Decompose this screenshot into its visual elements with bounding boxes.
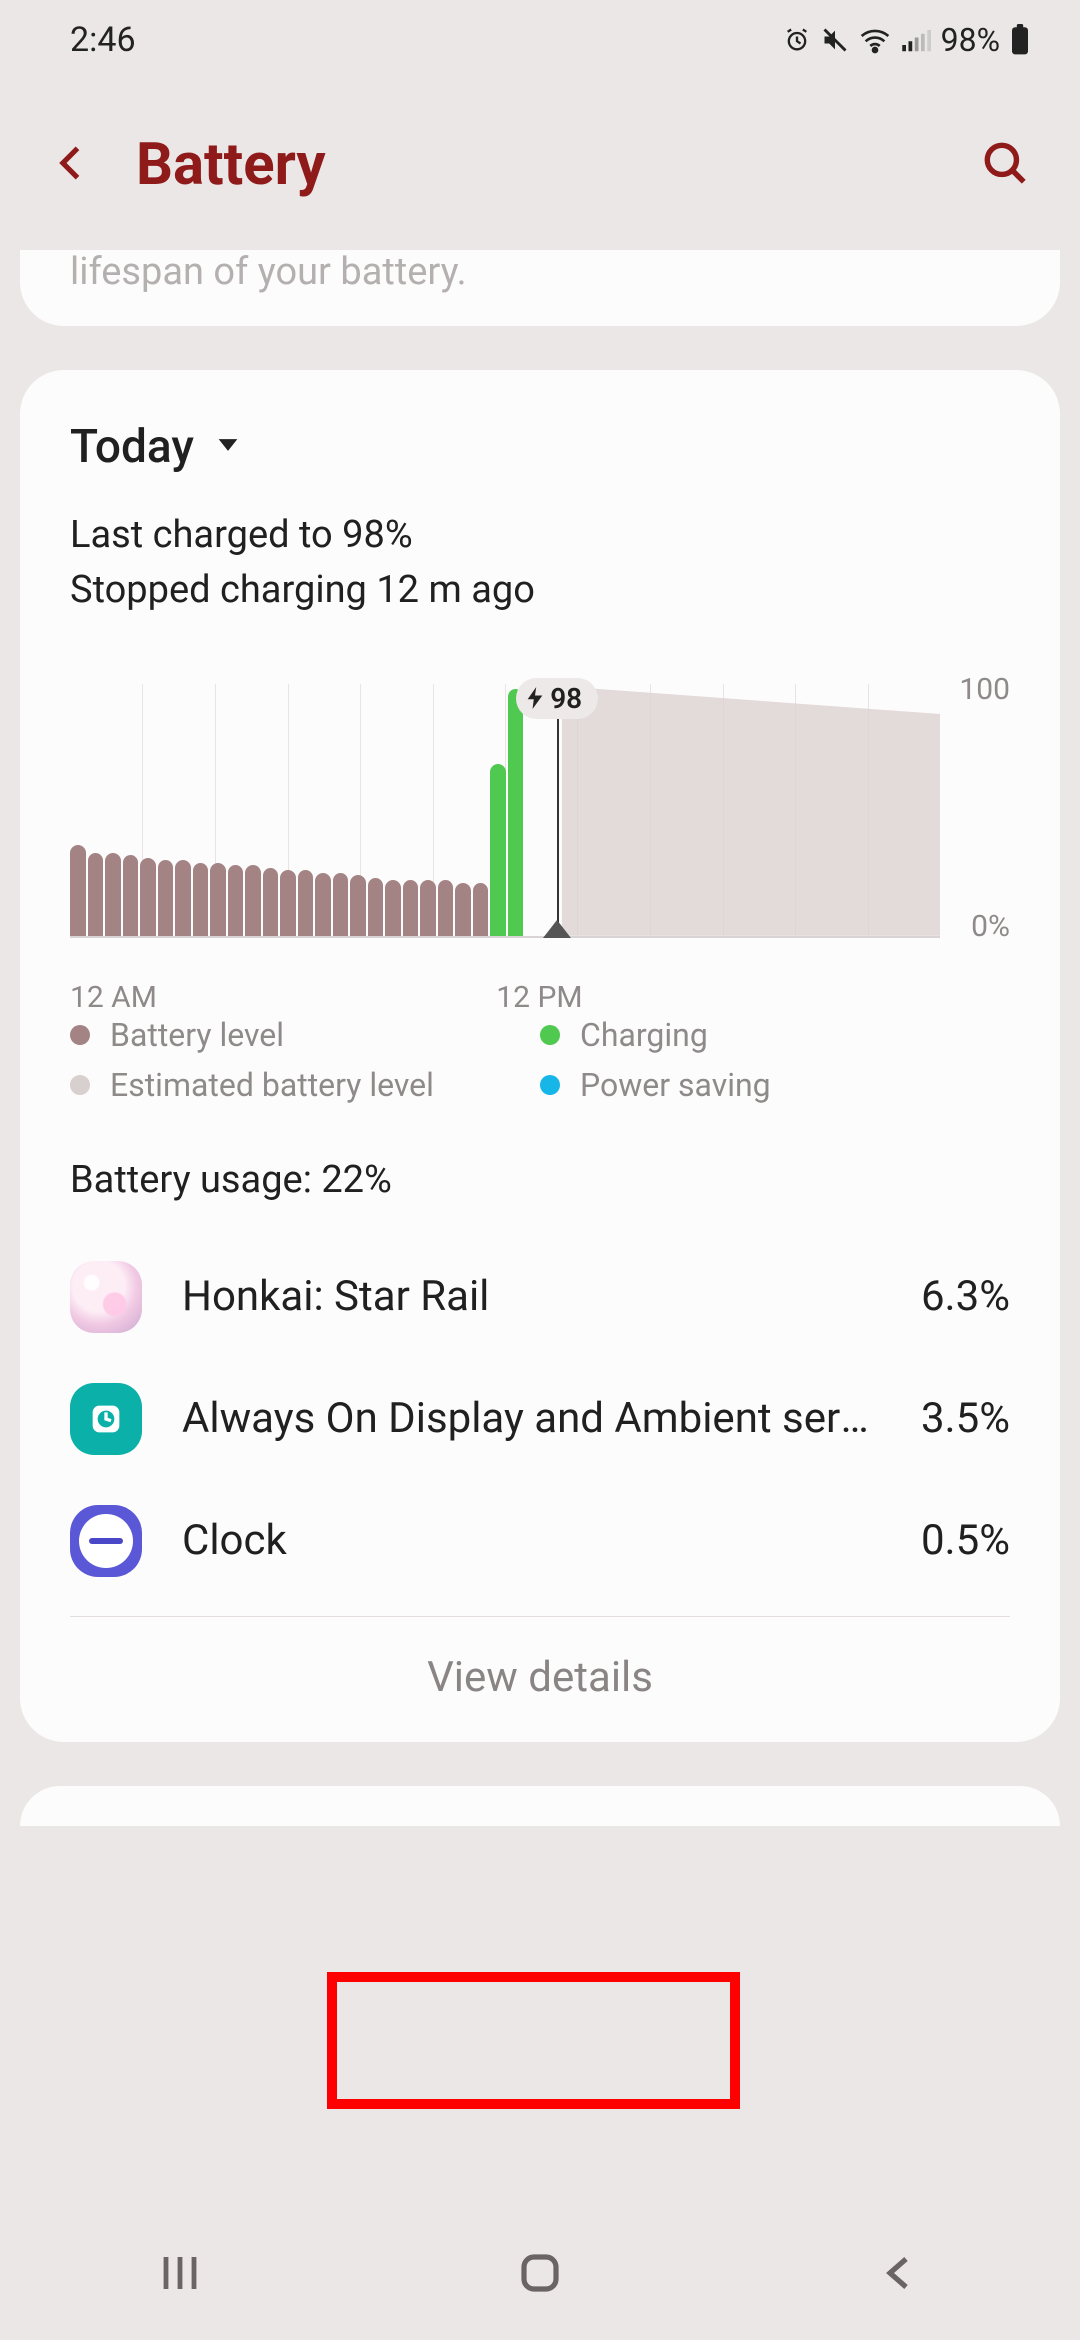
signal-icon: [901, 27, 931, 53]
app-name: Clock: [182, 1516, 881, 1565]
lifespan-text: lifespan of your battery.: [70, 250, 1010, 296]
recents-button[interactable]: [156, 2249, 204, 2301]
nav-back-button[interactable]: [876, 2249, 924, 2301]
app-usage-list: Honkai: Star Rail 6.3% Always On Display a…: [70, 1236, 1010, 1602]
header: Battery: [0, 80, 1080, 250]
app-usage-row[interactable]: Honkai: Star Rail 6.3%: [70, 1236, 1010, 1358]
legend-item: Battery level: [70, 1016, 540, 1054]
legend-item: Estimated battery level: [70, 1066, 540, 1104]
annotation-highlight: [327, 1972, 740, 2109]
charge-info: Last charged to 98% Stopped charging 12 …: [70, 508, 1010, 618]
x-tick-12pm: 12 PM: [496, 980, 582, 1015]
chart-current-badge: 98: [516, 678, 598, 719]
view-details-button[interactable]: View details: [70, 1617, 1010, 1712]
legend-item: Power saving: [540, 1066, 1010, 1104]
app-name: Always On Display and Ambient services: [182, 1394, 881, 1443]
app-name: Honkai: Star Rail: [182, 1272, 881, 1321]
wifi-icon: [859, 26, 891, 54]
hsr-app-icon: [70, 1261, 142, 1333]
legend-swatch: [540, 1025, 560, 1045]
legend-swatch: [70, 1025, 90, 1045]
charge-line1: Last charged to 98%: [70, 508, 1010, 563]
battery-icon: [1010, 24, 1030, 56]
back-button[interactable]: [50, 141, 94, 189]
day-selector[interactable]: Today: [70, 420, 1010, 474]
app-usage-row[interactable]: Clock 0.5%: [70, 1480, 1010, 1602]
chart-legend: Battery levelChargingEstimated battery l…: [70, 1016, 1010, 1104]
search-button[interactable]: [980, 138, 1030, 192]
status-bar: 2:46 98%: [0, 0, 1080, 80]
chevron-down-icon: [214, 431, 242, 463]
today-card: Today Last charged to 98% Stopped chargi…: [20, 370, 1060, 1742]
nav-bar: [0, 2210, 1080, 2340]
clock-app-icon: [70, 1505, 142, 1577]
mute-icon: [821, 26, 849, 54]
next-card-sliver: [20, 1786, 1060, 1826]
app-pct: 6.3%: [921, 1272, 1010, 1321]
legend-swatch: [540, 1075, 560, 1095]
app-usage-row[interactable]: Always On Display and Ambient services 3.…: [70, 1358, 1010, 1480]
status-time: 2:46: [70, 20, 136, 60]
y-axis-bottom: 0%: [971, 909, 1010, 944]
page-title: Battery: [136, 131, 950, 199]
app-pct: 0.5%: [921, 1516, 1010, 1565]
charge-line2: Stopped charging 12 m ago: [70, 563, 1010, 618]
day-label: Today: [70, 420, 194, 474]
x-tick-12am: 12 AM: [70, 980, 157, 1015]
alarm-icon: [783, 26, 811, 54]
status-right: 98%: [783, 21, 1030, 59]
legend-swatch: [70, 1075, 90, 1095]
status-battery-pct: 98%: [941, 21, 1000, 59]
usage-title: Battery usage: 22%: [70, 1158, 1010, 1202]
app-pct: 3.5%: [921, 1394, 1010, 1443]
battery-chart[interactable]: 100 0% 98 12 AM 12 PM: [70, 654, 1010, 974]
legend-item: Charging: [540, 1016, 1010, 1054]
y-axis-top: 100: [959, 672, 1010, 707]
lifespan-card[interactable]: lifespan of your battery.: [20, 250, 1060, 326]
home-button[interactable]: [516, 2249, 564, 2301]
aod-app-icon: [70, 1383, 142, 1455]
